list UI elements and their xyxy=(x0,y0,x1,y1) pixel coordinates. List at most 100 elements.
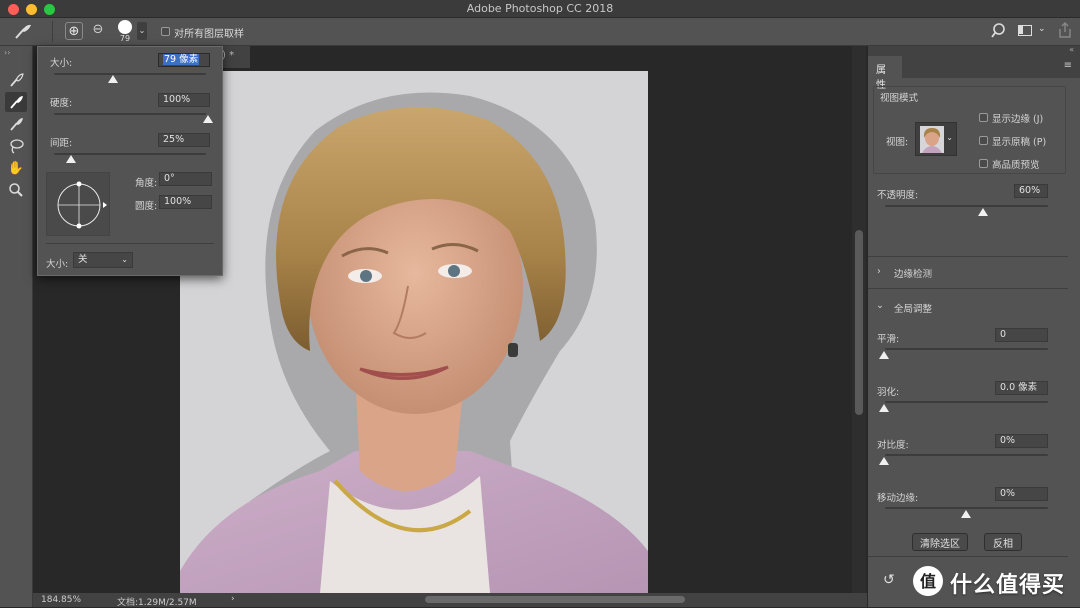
angle-label: 角度: xyxy=(135,178,158,189)
brush-picker-chevron-icon[interactable]: ⌄ xyxy=(137,22,147,40)
options-bar: ⊕ ⊖ 79 ⌄ 对所有图层取样 ⌄ xyxy=(0,18,1080,46)
panel-menu-icon[interactable]: ≡ xyxy=(1064,60,1072,71)
view-label: 视图: xyxy=(886,137,909,148)
show-original-checkbox[interactable] xyxy=(979,136,988,145)
search-icon[interactable] xyxy=(991,23,1007,39)
horizontal-scrollbar-thumb[interactable] xyxy=(425,596,685,603)
spacing-slider-track[interactable] xyxy=(54,153,206,155)
invert-button[interactable]: 反相 xyxy=(984,533,1022,551)
shift-edge-label: 移动边缘: xyxy=(877,493,919,504)
brush-tool-icon[interactable] xyxy=(5,114,27,134)
divider xyxy=(868,256,1068,257)
hardness-slider-thumb[interactable] xyxy=(203,115,213,123)
feather-input[interactable]: 0.0 像素 xyxy=(995,381,1048,395)
feather-slider-thumb[interactable] xyxy=(879,404,889,412)
size-value: 79 像素 xyxy=(163,54,200,65)
divider xyxy=(868,288,1068,289)
high-quality-preview-checkbox[interactable] xyxy=(979,159,988,168)
portrait-image xyxy=(180,92,648,593)
svg-text:值: 值 xyxy=(920,572,936,591)
collapse-toolbox-icon[interactable]: ›› xyxy=(4,48,10,57)
add-to-selection-icon[interactable]: ⊕ xyxy=(65,22,83,40)
toolbox: ›› ✋ xyxy=(0,46,33,607)
clear-selection-button[interactable]: 清除选区 xyxy=(912,533,968,551)
hardness-input[interactable]: 100% xyxy=(158,93,210,107)
pen-pressure-select[interactable]: 关 ⌄ xyxy=(73,252,133,268)
image-canvas[interactable] xyxy=(180,71,648,593)
pen-pressure-value: 关 xyxy=(78,254,88,265)
spacing-label: 间距: xyxy=(50,138,73,149)
smooth-slider-track[interactable] xyxy=(885,348,1048,350)
feather-slider-track[interactable] xyxy=(885,401,1048,403)
show-edge-label: 显示边缘 (J) xyxy=(992,114,1044,125)
angle-input[interactable]: 0° xyxy=(159,172,212,186)
brush-size-readout: 79 xyxy=(119,34,131,43)
spacing-slider-thumb[interactable] xyxy=(66,155,76,163)
shift-edge-input[interactable]: 0% xyxy=(995,487,1048,501)
refine-edge-brush-icon[interactable] xyxy=(5,92,27,112)
hardness-label: 硬度: xyxy=(50,98,73,109)
view-mode-title: 视图模式 xyxy=(880,93,919,104)
view-chevron-icon: ⌄ xyxy=(946,133,953,142)
high-quality-preview-label: 高品质预览 xyxy=(992,160,1040,171)
divider xyxy=(46,243,214,244)
brush-angle-preview[interactable] xyxy=(46,172,110,236)
edge-detection-expand-icon[interactable]: › xyxy=(877,266,881,277)
zoom-tool-icon[interactable] xyxy=(5,180,27,200)
edge-detection-title[interactable]: 边缘检测 xyxy=(894,266,932,280)
vertical-scrollbar-thumb[interactable] xyxy=(855,230,863,415)
subtract-from-selection-icon[interactable]: ⊖ xyxy=(90,22,106,40)
quick-selection-tool-icon[interactable] xyxy=(12,21,38,41)
feather-label: 羽化: xyxy=(877,387,900,398)
size-slider-track[interactable] xyxy=(54,73,206,75)
document-tab-label: ) * xyxy=(222,50,235,61)
sample-all-layers-label: 对所有图层取样 xyxy=(174,29,244,40)
smooth-input[interactable]: 0 xyxy=(995,328,1048,342)
collapse-panel-icon[interactable]: « xyxy=(1069,45,1074,54)
shift-edge-slider-track[interactable] xyxy=(885,507,1048,509)
title-bar: Adobe Photoshop CC 2018 xyxy=(0,0,1080,18)
tab-properties[interactable]: 属性 xyxy=(868,56,902,91)
global-refinements-collapse-icon[interactable]: ⌄ xyxy=(876,300,884,311)
global-refinements-title[interactable]: 全局调整 xyxy=(894,301,932,315)
sample-all-layers-checkbox[interactable] xyxy=(161,27,170,36)
smooth-slider-thumb[interactable] xyxy=(879,351,889,359)
pen-pressure-label: 大小: xyxy=(46,259,69,270)
brush-preset-popup: 大小: 79 像素 硬度: 100% 间距: 25% 角度: 0° 圆度: 10… xyxy=(37,46,223,276)
workspace-icon[interactable] xyxy=(1018,25,1032,36)
roundness-label: 圆度: xyxy=(135,201,158,212)
lasso-tool-icon[interactable] xyxy=(5,136,27,156)
size-input[interactable]: 79 像素 xyxy=(158,53,210,67)
show-edge-checkbox[interactable] xyxy=(979,113,988,122)
select-chevron-icon: ⌄ xyxy=(121,255,128,264)
hardness-slider-track[interactable] xyxy=(54,113,206,115)
reset-icon[interactable]: ↺ xyxy=(883,572,895,588)
status-menu-arrow-icon[interactable]: › xyxy=(231,594,235,604)
divider xyxy=(868,556,1068,557)
panel-collapse-bar[interactable]: « xyxy=(868,45,1080,56)
contrast-slider-track[interactable] xyxy=(885,454,1048,456)
view-mode-picker[interactable]: ⌄ xyxy=(915,122,957,156)
quick-selection-tool-icon[interactable] xyxy=(5,70,27,90)
shift-edge-slider-thumb[interactable] xyxy=(961,510,971,518)
smooth-label: 平滑: xyxy=(877,334,900,345)
show-original-label: 显示原稿 (P) xyxy=(992,137,1047,148)
opacity-slider-track[interactable] xyxy=(885,205,1048,207)
size-label: 大小: xyxy=(50,58,73,69)
spacing-input[interactable]: 25% xyxy=(158,133,210,147)
zoom-level[interactable]: 184.85% xyxy=(41,595,81,605)
contrast-slider-thumb[interactable] xyxy=(879,457,889,465)
workspace-chevron-icon[interactable]: ⌄ xyxy=(1038,24,1046,34)
opacity-label: 不透明度: xyxy=(877,190,919,201)
opacity-slider-thumb[interactable] xyxy=(978,208,988,216)
hand-tool-icon[interactable]: ✋ xyxy=(5,158,27,178)
brush-preview-icon[interactable] xyxy=(118,20,132,34)
panel-tab-bar: 属性 ≡ xyxy=(868,56,1080,91)
view-thumbnail xyxy=(920,126,944,153)
size-slider-thumb[interactable] xyxy=(108,75,118,83)
contrast-input[interactable]: 0% xyxy=(995,434,1048,448)
roundness-input[interactable]: 100% xyxy=(159,195,212,209)
watermark-logo-icon: 值 xyxy=(913,566,943,596)
share-icon[interactable] xyxy=(1058,21,1072,39)
opacity-input[interactable]: 60% xyxy=(1014,184,1048,198)
